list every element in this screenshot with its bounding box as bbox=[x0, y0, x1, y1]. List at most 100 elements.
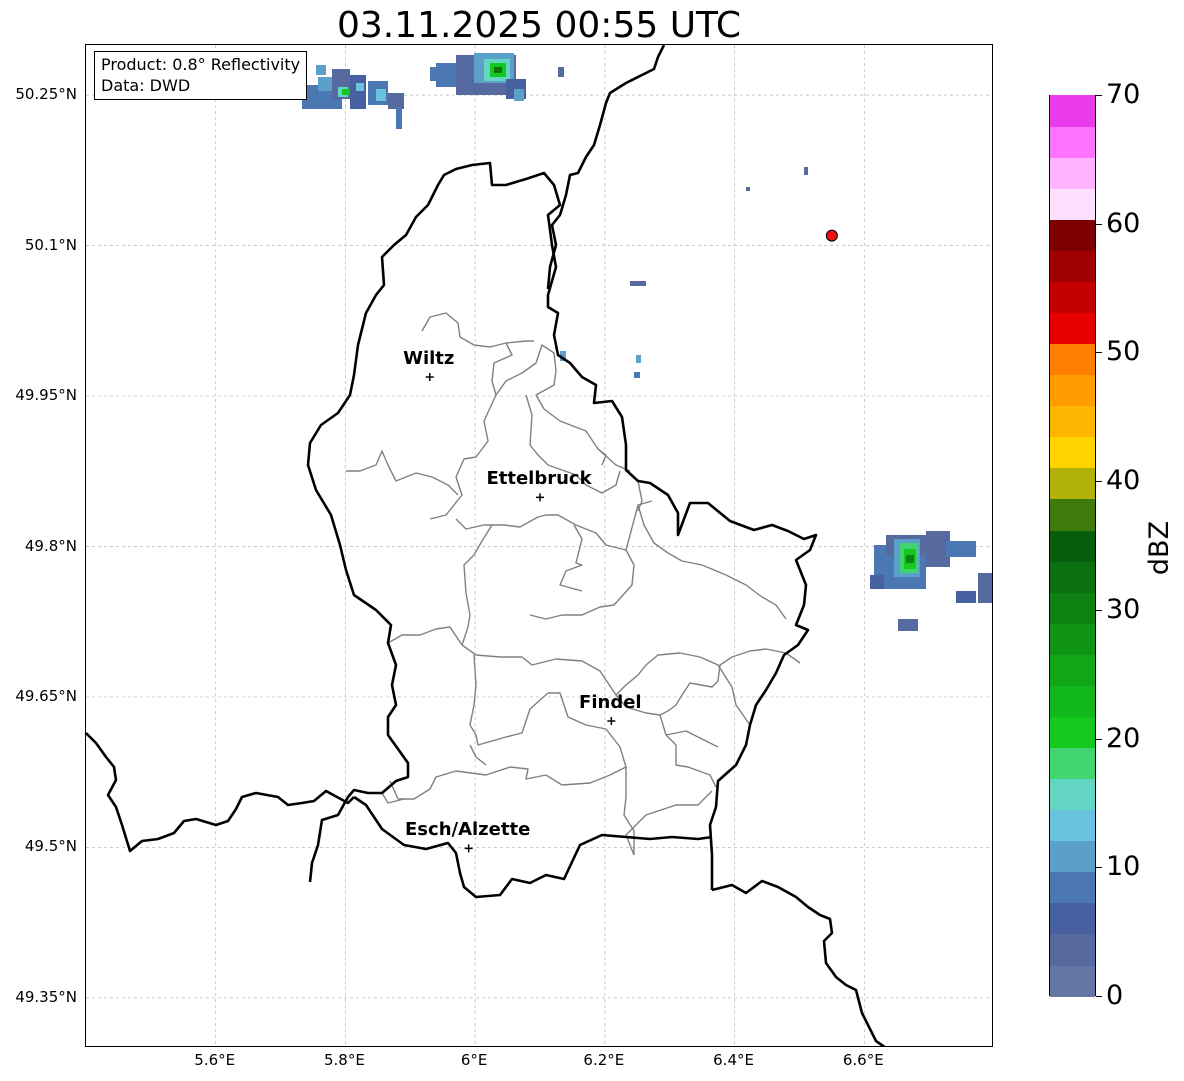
colorbar-segment bbox=[1050, 964, 1095, 997]
canton-border-segment bbox=[548, 692, 635, 855]
radar-station-marker[interactable] bbox=[825, 229, 838, 242]
city-marker[interactable] bbox=[607, 717, 616, 726]
colorbar-segment bbox=[1050, 498, 1095, 531]
product-label: Product: 0.8° Reflectivity bbox=[101, 55, 301, 74]
colorbar-segment bbox=[1050, 467, 1095, 500]
canton-borders bbox=[346, 312, 801, 856]
colorbar-segment bbox=[1050, 902, 1095, 935]
colorbar-tick-label: 70 bbox=[1106, 79, 1141, 110]
colorbar-segment bbox=[1050, 654, 1095, 686]
radar-echoes bbox=[302, 53, 992, 631]
map-canvas bbox=[86, 45, 992, 1046]
longitude-tick-label: 6.4°E bbox=[713, 1051, 754, 1069]
colorbar-segment bbox=[1050, 592, 1095, 624]
colorbar-segment bbox=[1050, 840, 1095, 873]
colorbar-segment bbox=[1050, 312, 1095, 345]
colorbar-segment bbox=[1050, 250, 1095, 282]
colorbar-tick-label: 20 bbox=[1106, 722, 1141, 754]
canton-border-segment bbox=[469, 744, 487, 766]
echo-speck bbox=[634, 372, 640, 378]
colorbar-segment bbox=[1050, 281, 1095, 314]
echo-speck bbox=[630, 281, 646, 286]
radar-map[interactable] bbox=[85, 44, 993, 1047]
colorbar-segment bbox=[1050, 685, 1095, 717]
colorbar-segment bbox=[1050, 188, 1095, 220]
city-label: Wiltz bbox=[403, 347, 455, 369]
map-title: 03.11.2025 00:55 UTC bbox=[336, 5, 742, 46]
canton-border-segment bbox=[381, 792, 405, 804]
canton-border-segment bbox=[389, 766, 547, 800]
colorbar-unit-label: dBZ bbox=[1144, 520, 1175, 576]
city-label: Ettelbruck bbox=[486, 468, 592, 490]
canton-border-segment bbox=[545, 766, 627, 786]
city-label: Findel bbox=[579, 692, 642, 714]
city-marker[interactable] bbox=[425, 372, 434, 381]
colorbar-tick bbox=[1096, 481, 1102, 483]
latitude-tick-label: 50.1°N bbox=[24, 235, 77, 254]
colorbar-segment bbox=[1050, 716, 1095, 749]
latitude-tick-label: 49.65°N bbox=[15, 686, 77, 705]
canton-border-segment bbox=[387, 626, 463, 646]
colorbar-segment bbox=[1050, 871, 1095, 904]
longitude-tick-label: 6°E bbox=[460, 1051, 488, 1069]
canton-border-segment bbox=[637, 504, 787, 620]
reflectivity-colorbar bbox=[1049, 95, 1096, 997]
city-marker[interactable] bbox=[536, 493, 544, 502]
country-border-segment bbox=[546, 45, 666, 290]
colorbar-tick bbox=[1096, 738, 1102, 740]
canton-border-segment bbox=[529, 549, 635, 620]
canton-border-segment bbox=[615, 652, 751, 726]
colorbar-tick-label: 10 bbox=[1106, 851, 1141, 883]
canton-border-segment bbox=[749, 648, 801, 664]
canton-border-segment bbox=[559, 524, 583, 592]
colorbar-segment bbox=[1050, 95, 1095, 127]
country-border-segment bbox=[306, 161, 818, 890]
colorbar-segment bbox=[1050, 778, 1095, 811]
colorbar-segment bbox=[1050, 126, 1095, 158]
data-source-label: Data: DWD bbox=[101, 76, 191, 95]
colorbar-tick bbox=[1096, 867, 1102, 869]
country-border-segment bbox=[353, 795, 713, 899]
colorbar-segment bbox=[1050, 374, 1095, 407]
canton-border-segment bbox=[455, 500, 653, 551]
grid-lines bbox=[86, 45, 992, 1046]
canton-border-segment bbox=[597, 448, 607, 466]
country-border-segment bbox=[711, 879, 886, 1046]
colorbar-tick bbox=[1096, 996, 1102, 997]
colorbar-segment bbox=[1050, 561, 1095, 593]
city-marker[interactable] bbox=[464, 844, 473, 853]
colorbar-segment bbox=[1050, 219, 1095, 251]
canton-border-segment bbox=[469, 654, 549, 746]
latitude-tick-label: 49.5°N bbox=[24, 837, 77, 856]
echo-cluster-northwest bbox=[302, 65, 404, 129]
colorbar-segment bbox=[1050, 933, 1095, 966]
colorbar-tick-label: 30 bbox=[1106, 593, 1141, 625]
canton-border-segment bbox=[461, 524, 493, 646]
colorbar-tick-label: 0 bbox=[1106, 980, 1124, 1011]
echo-speck bbox=[804, 167, 808, 175]
latitude-tick-label: 49.95°N bbox=[15, 386, 77, 405]
colorbar-segment bbox=[1050, 405, 1095, 438]
colorbar-tick-label: 60 bbox=[1106, 207, 1141, 239]
colorbar-segment bbox=[1050, 529, 1095, 562]
colorbar-segment bbox=[1050, 809, 1095, 842]
colorbar-segment bbox=[1050, 343, 1095, 376]
colorbar-segment bbox=[1050, 157, 1095, 189]
colorbar-tick bbox=[1096, 352, 1102, 354]
longitude-tick-label: 6.6°E bbox=[842, 1051, 884, 1069]
colorbar-tick bbox=[1096, 223, 1102, 225]
longitude-tick-label: 5.6°E bbox=[194, 1051, 236, 1069]
colorbar-segment bbox=[1050, 747, 1095, 780]
colorbar-tick-label: 40 bbox=[1106, 465, 1141, 497]
product-info-box: Product: 0.8° Reflectivity Data: DWD bbox=[94, 51, 308, 100]
canton-border-segment bbox=[495, 344, 631, 472]
colorbar-segment bbox=[1050, 623, 1095, 655]
echo-speck bbox=[636, 355, 641, 363]
longitude-tick-label: 6.2°E bbox=[583, 1051, 625, 1069]
echo-speck bbox=[746, 187, 750, 191]
colorbar-tick bbox=[1096, 95, 1102, 96]
country-border-segment bbox=[86, 732, 355, 853]
colorbar-tick bbox=[1096, 609, 1102, 611]
colorbar-tick-label: 50 bbox=[1106, 336, 1141, 368]
canton-border-segment bbox=[346, 450, 459, 496]
